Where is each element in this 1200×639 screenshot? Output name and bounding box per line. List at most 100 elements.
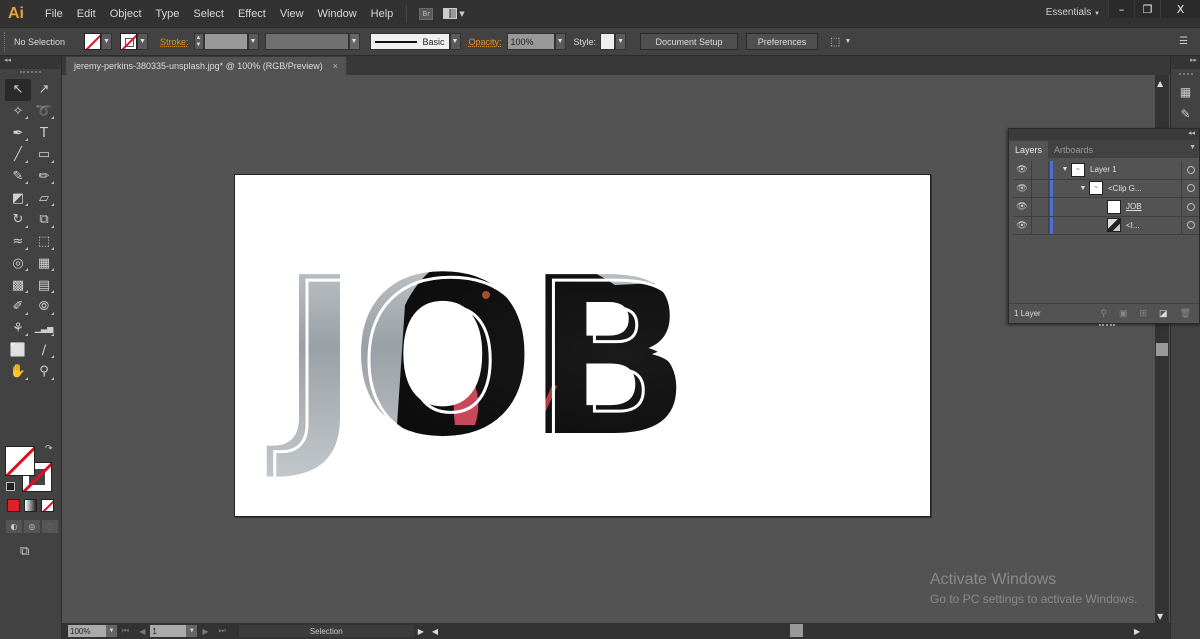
stroke-dropdown[interactable]: ▼ [137,33,148,50]
layer-target-button[interactable] [1181,179,1199,197]
selection-tool-button[interactable]: ↖ [5,79,31,101]
expand-triangle-icon[interactable]: ▼ [1059,166,1071,173]
hand-tool-button[interactable]: ✋ [5,361,31,383]
pen-tool-button[interactable]: ✒ [5,122,31,144]
next-artboard-icon[interactable]: ▶ [202,627,208,636]
gradient-tool-button[interactable]: ▤ [31,274,57,296]
opacity-dropdown[interactable]: ▼ [554,33,566,50]
make-clipping-mask-icon[interactable]: ▣ [1119,308,1128,319]
minimize-button[interactable]: – [1108,0,1134,18]
bridge-button[interactable]: Br [419,7,434,20]
previous-artboard-icon[interactable]: ◀ [139,627,145,636]
visibility-eye-icon[interactable]: 👁 [1013,201,1031,212]
opacity-field[interactable]: 100% [506,33,555,50]
fill-swatch[interactable] [84,33,101,50]
artboard[interactable]: JOB JOB [234,174,931,517]
opacity-label[interactable]: Opacity: [469,37,502,47]
collapse-panel-icon[interactable]: ◂◂ [1009,129,1199,140]
paintbrush-tool-button[interactable]: ✎ [5,166,31,188]
layer-target-button[interactable] [1181,198,1199,216]
create-sublayer-icon[interactable]: ⊞ [1140,308,1148,319]
stroke-weight-stepper[interactable]: ▲ ▼ [193,33,204,50]
workspace-switcher[interactable]: Essentials ▼ [1046,7,1100,18]
stroke-swatch[interactable] [120,33,137,50]
arrange-documents-button[interactable]: ▼ [443,8,465,19]
fill-color-swatch[interactable] [5,446,35,476]
column-graph-tool-button[interactable]: ▁▃▅ [31,318,57,340]
rotate-tool-button[interactable]: ↻ [5,209,31,231]
collapse-toolbox-icon[interactable]: ◂◂ [0,56,61,69]
lasso-tool-button[interactable]: ➰ [31,101,57,123]
layer-target-button[interactable] [1181,161,1199,179]
toolbox-grip[interactable] [20,71,41,77]
menu-select[interactable]: Select [193,8,224,20]
scale-tool-button[interactable]: ⧉ [31,209,57,231]
variable-width-profile[interactable] [264,33,349,50]
horizontal-scroll-thumb[interactable] [790,624,803,637]
dock-grip[interactable] [1178,73,1193,77]
menu-edit[interactable]: Edit [77,8,96,20]
create-new-layer-icon[interactable]: ◪ [1159,308,1168,319]
zoom-dropdown[interactable]: ▼ [106,625,117,637]
lock-toggle[interactable] [1031,179,1049,197]
menu-object[interactable]: Object [110,8,142,20]
draw-behind-button[interactable]: ◎ [24,520,40,533]
eyedropper-tool-button[interactable]: ✐ [5,296,31,318]
visibility-eye-icon[interactable]: 👁 [1013,183,1031,194]
tab-layers[interactable]: Layers [1009,141,1049,158]
locate-object-icon[interactable]: ⚲ [1100,308,1107,319]
graphic-style-dropdown[interactable]: ▼ [615,33,627,50]
screen-mode-icon[interactable]: ⧉ [20,544,29,559]
lock-toggle[interactable] [1031,198,1049,216]
preferences-button[interactable]: Preferences [746,33,819,50]
first-artboard-icon[interactable]: ⏮ [122,626,129,636]
layer-name[interactable]: <I... [1126,221,1181,230]
warp-tool-button[interactable]: ≈ [5,231,31,253]
close-tab-icon[interactable]: × [333,61,338,71]
artboard-number-field[interactable]: 1 [150,625,187,637]
layer-name[interactable]: <Clip G... [1108,184,1181,193]
brushes-panel-icon[interactable]: ✎ [1178,107,1194,121]
job-clipped-artwork[interactable]: JOB JOB [235,175,932,518]
visibility-eye-icon[interactable]: 👁 [1013,220,1031,231]
restore-button[interactable]: ❐ [1134,0,1160,18]
chevron-down-icon[interactable]: ▼ [844,38,851,45]
eraser-tool-button[interactable]: ▱ [31,187,57,209]
menu-window[interactable]: Window [318,8,357,20]
select-similar-icon[interactable]: ⬚ [830,35,840,48]
stroke-weight-dropdown[interactable]: ▼ [247,33,259,50]
menu-help[interactable]: Help [371,8,394,20]
last-artboard-icon[interactable]: ⏭ [219,626,226,636]
control-bar-grip[interactable] [4,31,8,52]
artboard-tool-button[interactable]: ⬜ [5,339,31,361]
zoom-tool-button[interactable]: ⚲ [31,361,57,383]
scroll-down-icon[interactable]: ▼ [1157,612,1163,621]
layer-row[interactable]: 👁 JOB [1013,198,1199,217]
status-field[interactable]: Selection [238,625,414,637]
menu-type[interactable]: Type [156,8,180,20]
lock-toggle[interactable] [1031,161,1049,179]
default-fill-stroke-icon[interactable] [6,482,15,491]
blob-brush-tool-button[interactable]: ◩ [5,187,31,209]
zoom-level-field[interactable]: 100% [68,625,106,637]
none-mode-button[interactable] [41,499,54,512]
close-window-button[interactable]: X [1160,0,1200,18]
symbol-sprayer-tool-button[interactable]: ⚘ [5,318,31,340]
blend-tool-button[interactable]: ⦾ [31,296,57,318]
document-tab[interactable]: jeremy-perkins-380335-unsplash.jpg* @ 10… [66,57,347,75]
panel-resize-grip[interactable] [1099,324,1115,326]
direct-selection-tool-button[interactable]: ↗ [31,79,57,101]
scroll-up-icon[interactable]: ▲ [1157,79,1163,88]
gradient-mode-button[interactable] [24,499,37,512]
layer-target-button[interactable] [1181,216,1199,234]
line-segment-tool-button[interactable]: ╱ [5,144,31,166]
document-setup-button[interactable]: Document Setup [640,33,739,50]
menu-effect[interactable]: Effect [238,8,266,20]
panel-menu-icon[interactable]: ▼ [1189,144,1196,151]
brush-definition[interactable]: Basic [369,33,450,50]
mesh-tool-button[interactable]: ▩ [5,274,31,296]
scroll-left-icon[interactable]: ◀ [432,627,438,636]
artboard-dropdown[interactable]: ▼ [186,625,198,637]
layer-row[interactable]: 👁 ▼ ~ <Clip G... [1013,179,1199,198]
status-menu-icon[interactable]: ▶ [418,627,424,636]
